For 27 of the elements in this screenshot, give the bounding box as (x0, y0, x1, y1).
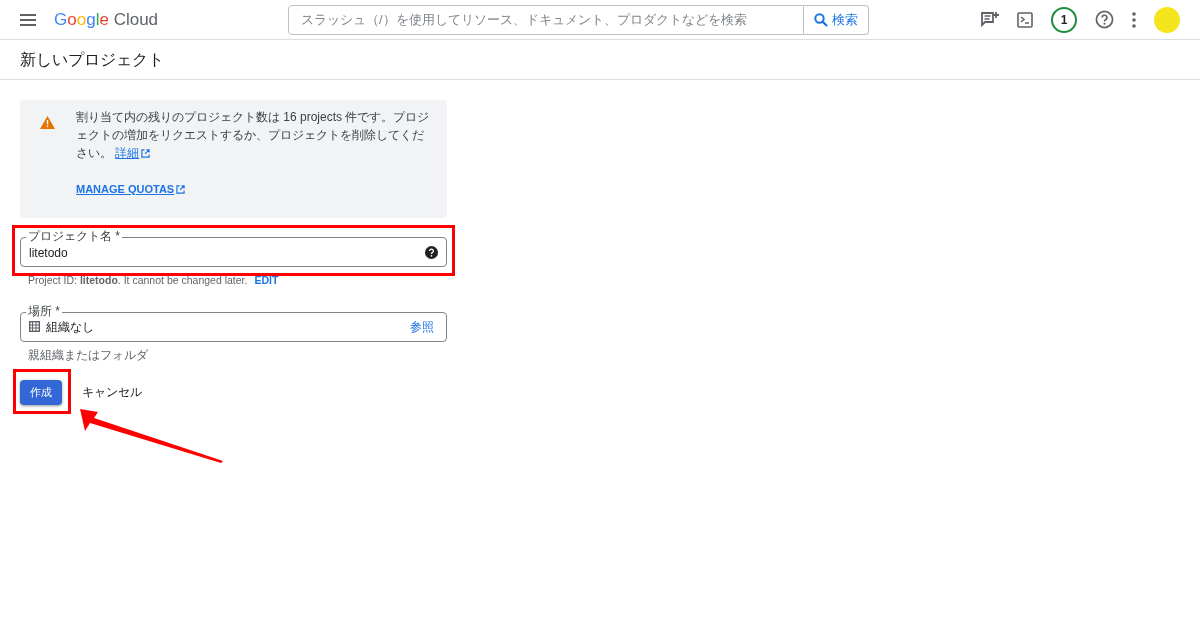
field-label: プロジェクト名 * (26, 229, 122, 243)
help-icon[interactable] (425, 245, 438, 259)
external-link-icon (141, 148, 151, 158)
notice-text: 割り当て内の残りのプロジェクト数は 16 projects 件です。プロジェクトの増加をリクエストするか、プロジェクトを削除してください。 詳細 (76, 109, 431, 162)
manage-quotas-link[interactable]: MANAGE QUOTAS (76, 181, 186, 198)
building-icon (29, 321, 40, 333)
project-id-hint: Project ID: litetodo. It cannot be changed later. (28, 273, 248, 288)
location-hint: 親組織またはフォルダ (28, 346, 149, 364)
edit-link[interactable]: EDIT (254, 273, 279, 289)
search-button[interactable]: 検索 (804, 4, 870, 35)
menu-icon[interactable] (20, 13, 36, 26)
page-title: 新しいプロジェクト (20, 49, 164, 70)
notes-icon[interactable] (981, 10, 999, 29)
logo[interactable]: Google Cloud (54, 6, 159, 33)
create-button[interactable]: 作成 (20, 379, 62, 405)
more-options-icon[interactable] (1132, 11, 1136, 28)
help-icon[interactable] (1095, 10, 1114, 29)
warning-icon (40, 116, 55, 129)
details-link[interactable]: 詳細 (115, 144, 151, 162)
notification-count[interactable]: 1 (1051, 6, 1077, 33)
search-field[interactable]: スラッシュ（/）を使用してリソース、ドキュメント、プロダクトなどを検索 (288, 4, 805, 35)
field-label: 場所 * (26, 303, 62, 318)
terminal-icon[interactable] (1017, 11, 1033, 28)
browse-link[interactable]: 参照 (410, 317, 434, 336)
external-link-icon (176, 184, 186, 194)
cancel-button[interactable]: キャンセル (82, 379, 142, 405)
search-icon (814, 12, 829, 27)
